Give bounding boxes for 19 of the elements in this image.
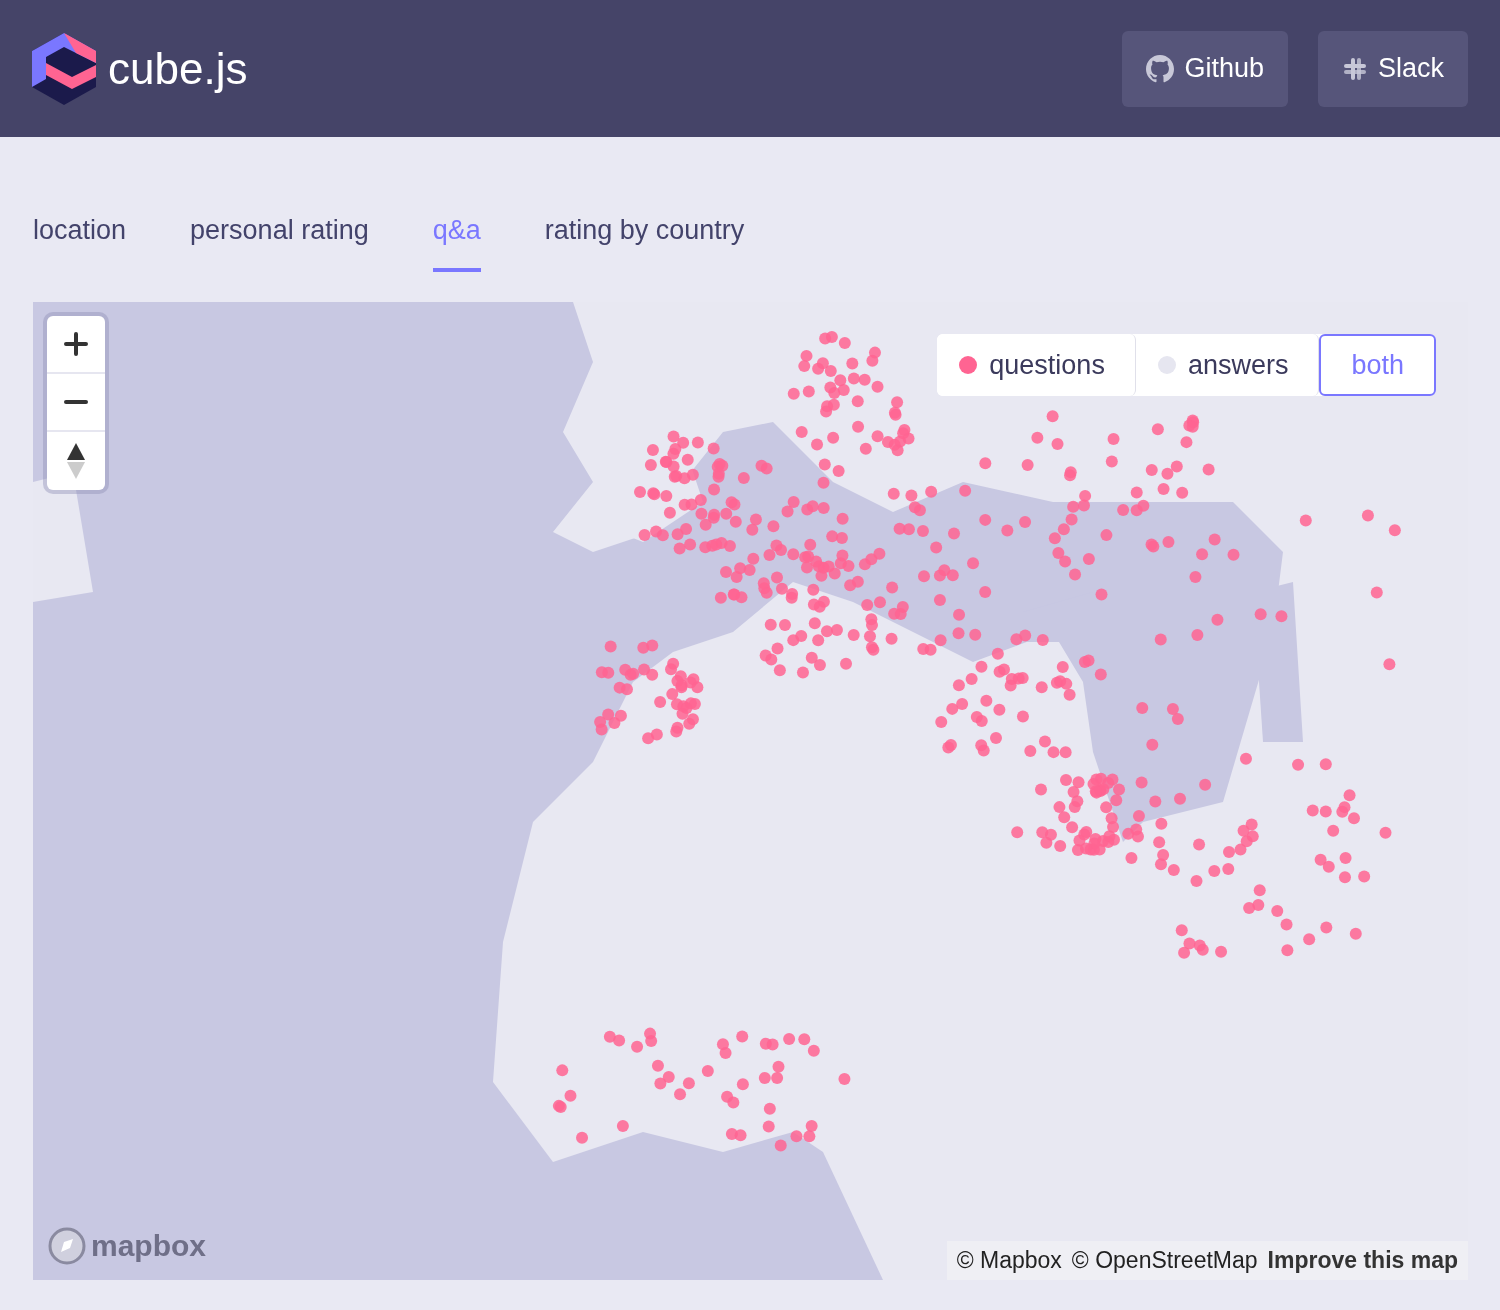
- hash-icon: [1341, 55, 1368, 82]
- plus-icon: [64, 332, 88, 356]
- compass-icon: [67, 443, 85, 479]
- tab[interactable]: personal rating: [190, 215, 369, 272]
- logo-text: cube.js: [108, 43, 248, 94]
- github-button[interactable]: Github: [1122, 30, 1288, 107]
- slack-button[interactable]: Slack: [1317, 30, 1468, 107]
- cube-logo-icon: [32, 32, 96, 105]
- mapbox-logo-text: mapbox: [91, 1229, 207, 1263]
- minus-icon: [64, 399, 88, 405]
- attribution-link[interactable]: Improve this map: [1267, 1247, 1458, 1274]
- legend-option[interactable]: both: [1319, 334, 1436, 396]
- attribution-link[interactable]: © OpenStreetMap: [1071, 1247, 1258, 1274]
- tab[interactable]: location: [33, 215, 127, 272]
- mapbox-logo-icon: [47, 1226, 87, 1266]
- tab[interactable]: rating by country: [544, 215, 745, 272]
- legend-option[interactable]: questions: [937, 334, 1136, 396]
- attribution-link[interactable]: © Mapbox: [956, 1247, 1062, 1274]
- github-icon: [1146, 54, 1175, 83]
